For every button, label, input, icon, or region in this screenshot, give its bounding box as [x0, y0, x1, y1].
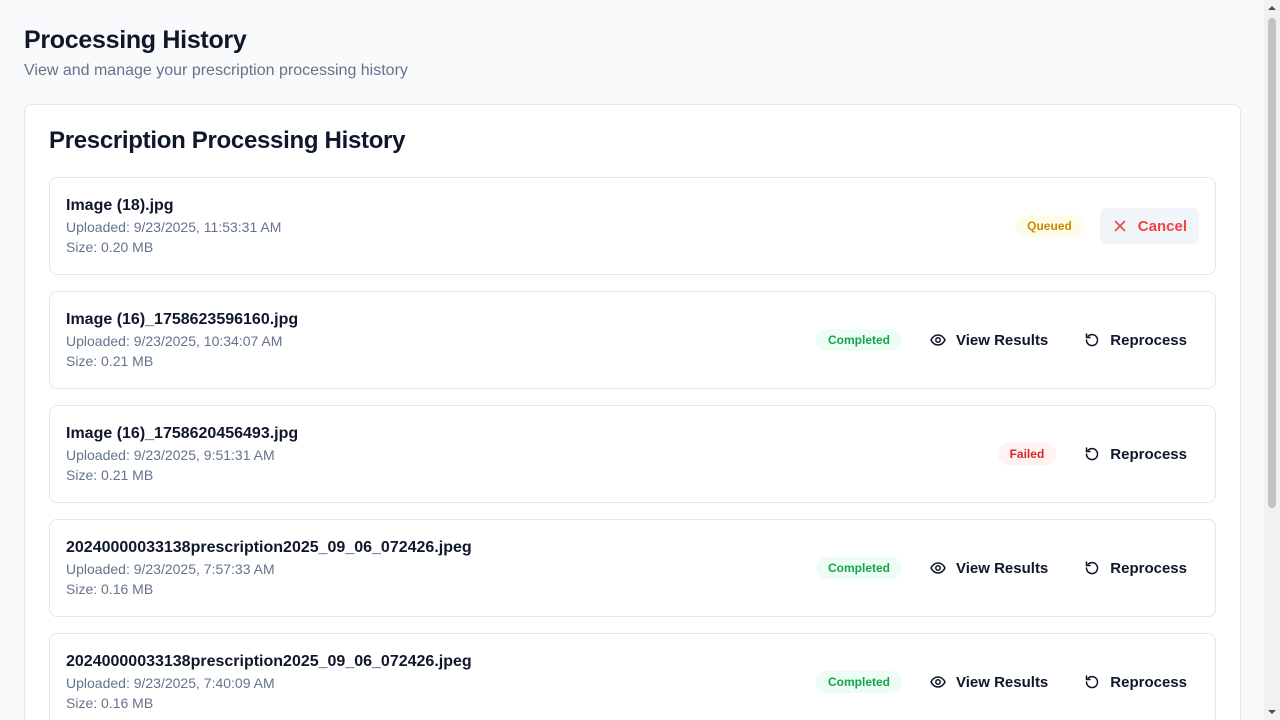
file-info: Image (16)_1758623596160.jpg Uploaded: 9…: [66, 309, 298, 371]
view-results-button[interactable]: View Results: [918, 322, 1060, 358]
file-size: Size: 0.21 MB: [66, 353, 154, 369]
uploaded-time: Uploaded: 9/23/2025, 9:51:31 AM: [66, 447, 275, 463]
status-badge: Failed: [997, 443, 1057, 465]
scrollbar-thumb[interactable]: [1268, 18, 1276, 508]
history-card: Prescription Processing History Image (1…: [24, 104, 1241, 720]
vertical-scrollbar[interactable]: [1264, 0, 1280, 720]
view-results-button[interactable]: View Results: [918, 664, 1060, 700]
card-title: Prescription Processing History: [49, 127, 406, 154]
reprocess-button[interactable]: Reprocess: [1072, 664, 1199, 700]
cancel-button[interactable]: Cancel: [1099, 208, 1199, 244]
scroll-up-arrow-icon[interactable]: [1264, 0, 1280, 16]
eye-icon: [930, 332, 946, 348]
reprocess-button[interactable]: Reprocess: [1072, 436, 1199, 472]
file-size: Size: 0.20 MB: [66, 239, 154, 255]
file-name: 20240000033138prescription2025_09_06_072…: [66, 539, 472, 556]
history-item: Image (16)_1758620456493.jpg Uploaded: 9…: [49, 405, 1216, 503]
file-size: Size: 0.16 MB: [66, 695, 154, 711]
file-name: Image (16)_1758623596160.jpg: [66, 311, 299, 328]
item-actions: Completed View Results Reprocess: [816, 634, 1199, 720]
reprocess-label: Reprocess: [1110, 559, 1187, 577]
page-title: Processing History: [24, 26, 247, 54]
history-item: 20240000033138prescription2025_09_06_072…: [49, 519, 1216, 617]
rotate-ccw-icon: [1084, 446, 1100, 462]
file-name: Image (18).jpg: [66, 197, 174, 214]
status-badge: Completed: [816, 671, 903, 693]
rotate-ccw-icon: [1084, 674, 1100, 690]
scroll-down-arrow-icon[interactable]: [1264, 704, 1280, 720]
uploaded-time: Uploaded: 9/23/2025, 7:57:33 AM: [66, 561, 275, 577]
item-actions: Failed Reprocess: [997, 406, 1199, 502]
reprocess-label: Reprocess: [1110, 445, 1187, 463]
file-info: 20240000033138prescription2025_09_06_072…: [66, 537, 472, 599]
eye-icon: [930, 560, 946, 576]
history-item: Image (16)_1758623596160.jpg Uploaded: 9…: [49, 291, 1216, 389]
page-subtitle: View and manage your prescription proces…: [24, 62, 408, 79]
status-badge: Completed: [816, 557, 903, 579]
view-results-label: View Results: [956, 673, 1049, 691]
item-actions: Completed View Results Reprocess: [816, 292, 1199, 388]
file-name: Image (16)_1758620456493.jpg: [66, 425, 299, 442]
item-actions: Queued Cancel: [1015, 178, 1199, 274]
processing-history-page: Processing History View and manage your …: [0, 0, 1264, 720]
file-size: Size: 0.16 MB: [66, 581, 154, 597]
x-icon: [1112, 218, 1128, 234]
status-badge: Queued: [1015, 215, 1084, 237]
file-info: 20240000033138prescription2025_09_06_072…: [66, 651, 472, 713]
status-badge: Completed: [816, 329, 903, 351]
view-results-label: View Results: [956, 331, 1049, 349]
uploaded-time: Uploaded: 9/23/2025, 7:40:09 AM: [66, 675, 275, 691]
eye-icon: [930, 674, 946, 690]
cancel-label: Cancel: [1137, 217, 1187, 235]
view-results-label: View Results: [956, 559, 1049, 577]
reprocess-label: Reprocess: [1110, 673, 1187, 691]
file-info: Image (18).jpg Uploaded: 9/23/2025, 11:5…: [66, 195, 281, 257]
item-actions: Completed View Results Reprocess: [816, 520, 1199, 616]
uploaded-time: Uploaded: 9/23/2025, 11:53:31 AM: [66, 219, 282, 235]
reprocess-label: Reprocess: [1110, 331, 1187, 349]
reprocess-button[interactable]: Reprocess: [1072, 322, 1199, 358]
file-info: Image (16)_1758620456493.jpg Uploaded: 9…: [66, 423, 298, 485]
file-size: Size: 0.21 MB: [66, 467, 154, 483]
page-header: Processing History View and manage your …: [24, 24, 408, 82]
history-item: 20240000033138prescription2025_09_06_072…: [49, 633, 1216, 720]
file-name: 20240000033138prescription2025_09_06_072…: [66, 653, 472, 670]
reprocess-button[interactable]: Reprocess: [1072, 550, 1199, 586]
history-item: Image (18).jpg Uploaded: 9/23/2025, 11:5…: [49, 177, 1216, 275]
uploaded-time: Uploaded: 9/23/2025, 10:34:07 AM: [66, 333, 283, 349]
rotate-ccw-icon: [1084, 560, 1100, 576]
rotate-ccw-icon: [1084, 332, 1100, 348]
view-results-button[interactable]: View Results: [918, 550, 1060, 586]
